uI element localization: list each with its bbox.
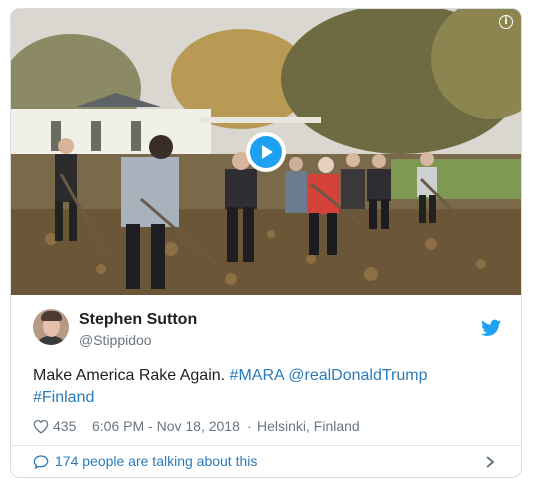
avatar[interactable]	[33, 309, 69, 345]
play-icon	[250, 136, 282, 168]
conversation-link[interactable]: 174 people are talking about this	[11, 446, 521, 477]
timestamp-link[interactable]: 6:06 PM - Nov 18, 2018	[92, 418, 240, 434]
speech-bubble-icon	[33, 455, 49, 470]
like-count[interactable]: 435	[53, 418, 76, 434]
tweet-text-plain: Make America Rake Again.	[33, 367, 226, 384]
location-link[interactable]: Helsinki, Finland	[257, 418, 360, 434]
info-icon[interactable]: i	[499, 15, 513, 29]
username[interactable]: @Stippidoo	[79, 332, 152, 348]
hashtag-finland-link[interactable]: #Finland	[33, 389, 94, 406]
play-button[interactable]	[246, 132, 286, 172]
talking-about-text: 174 people are talking about this	[55, 453, 258, 469]
mention-link[interactable]: @realDonaldTrump	[288, 367, 427, 384]
tweet-text: Make America Rake Again. #MARA @realDona…	[33, 365, 503, 409]
heart-icon[interactable]	[33, 419, 49, 434]
tweet-body: Stephen Sutton @Stippidoo Make America R…	[11, 295, 521, 477]
meta-separator: ·	[247, 418, 252, 434]
video-preview[interactable]: i	[11, 9, 521, 295]
twitter-bird-icon[interactable]	[481, 319, 501, 337]
hashtag-mara-link[interactable]: #MARA	[230, 367, 284, 384]
display-name[interactable]: Stephen Sutton	[79, 311, 197, 329]
chevron-right-icon	[486, 456, 495, 468]
embedded-tweet-card: i Stephen Sutton @Stippidoo Make America…	[10, 8, 522, 478]
